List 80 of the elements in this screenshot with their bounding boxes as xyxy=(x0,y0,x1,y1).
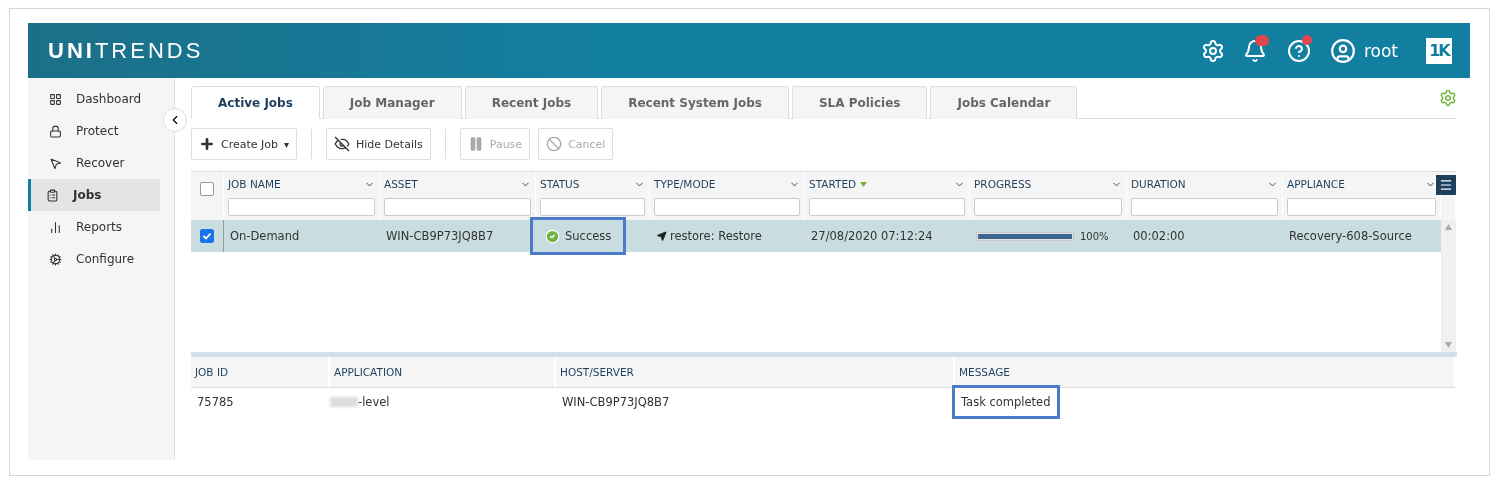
brand-logo[interactable]: 1K xyxy=(1426,37,1452,64)
grid-icon xyxy=(49,92,62,106)
sidebar-item[interactable]: Recover xyxy=(28,147,160,179)
column-header[interactable]: JOB NAME xyxy=(228,178,281,190)
arrow-icon xyxy=(656,230,668,242)
help-icon[interactable] xyxy=(1286,38,1311,63)
filter-field[interactable] xyxy=(1287,198,1436,216)
column-header[interactable]: PROGRESS xyxy=(974,178,1032,190)
eye-off-icon xyxy=(334,136,351,152)
gear-icon[interactable] xyxy=(1439,89,1457,107)
column-header: HOST/SERVER xyxy=(556,357,955,388)
check-icon xyxy=(202,231,212,241)
gears-icon xyxy=(49,252,62,266)
nav-label: Configure xyxy=(76,252,135,266)
table-cell: WIN-CB9P73JQ8B7 xyxy=(386,229,494,243)
column-header: JOB ID xyxy=(191,357,330,388)
checkbox[interactable] xyxy=(200,182,214,196)
user-icon[interactable] xyxy=(1329,37,1356,64)
table-cell: 00:02:00 xyxy=(1133,229,1185,243)
column-header[interactable]: APPLIANCE xyxy=(1287,178,1345,190)
table-cell: 75785 xyxy=(197,395,234,409)
message-text: Task completed xyxy=(961,395,1051,409)
status-label: Success xyxy=(565,229,612,243)
column-header: MESSAGE xyxy=(955,357,1456,388)
table-cell: restore: Restore xyxy=(670,229,762,243)
filter-field[interactable] xyxy=(540,198,645,216)
filter-field[interactable] xyxy=(654,198,800,216)
filter-field[interactable] xyxy=(974,198,1122,216)
cursor-icon xyxy=(49,156,62,170)
scroll-up-icon[interactable] xyxy=(1445,224,1452,230)
progress-value: 100% xyxy=(1080,230,1109,242)
sidebar-item[interactable]: Configure xyxy=(28,243,160,275)
logo: UNITRENDS xyxy=(48,37,204,64)
nav-label: Protect xyxy=(76,124,119,138)
toolbar-button[interactable]: Create Job ▾ xyxy=(191,128,298,160)
tab[interactable]: Recent Jobs xyxy=(464,86,599,119)
tab[interactable]: Active Jobs xyxy=(191,86,320,119)
nav-label: Jobs xyxy=(73,188,102,202)
column-header[interactable]: ASSET xyxy=(384,178,418,190)
column-header: APPLICATION xyxy=(330,357,556,388)
tab[interactable]: Job Manager xyxy=(322,86,462,119)
tab[interactable]: Recent System Jobs xyxy=(601,86,789,119)
table-cell: WIN-CB9P73JQ8B7 xyxy=(562,395,670,409)
filter-field[interactable] xyxy=(228,198,375,216)
menu-icon xyxy=(1439,178,1453,192)
clipboard-icon xyxy=(46,188,59,202)
checkbox[interactable] xyxy=(200,229,214,243)
filter-field[interactable] xyxy=(1131,198,1278,216)
table-cell: On-Demand xyxy=(230,229,300,243)
collapse-button[interactable] xyxy=(163,108,187,132)
sidebar-item[interactable]: Jobs xyxy=(28,179,160,211)
filter-field[interactable] xyxy=(384,198,531,216)
chart-icon xyxy=(49,220,62,234)
nav-label: Dashboard xyxy=(76,92,142,106)
bell-icon[interactable] xyxy=(1242,38,1267,63)
table-cell: Recovery-608-Source xyxy=(1289,229,1412,243)
lock-icon xyxy=(49,124,62,138)
sidebar-item[interactable]: Dashboard xyxy=(28,83,160,115)
check-icon xyxy=(545,228,560,244)
sidebar-item[interactable]: Reports xyxy=(28,211,160,243)
nav-label: Recover xyxy=(76,156,125,170)
settings-icon[interactable] xyxy=(1200,38,1225,63)
plus-icon xyxy=(199,136,215,152)
nav-label: Reports xyxy=(76,220,123,234)
table-cell: -level xyxy=(358,395,390,409)
filter-field[interactable] xyxy=(809,198,965,216)
column-header[interactable]: TYPE/MODE xyxy=(654,178,716,190)
tab[interactable]: SLA Policies xyxy=(791,86,928,119)
column-header[interactable]: DURATION xyxy=(1131,178,1186,190)
scroll-down-icon[interactable] xyxy=(1445,342,1452,348)
toolbar-button[interactable]: Hide Details xyxy=(326,128,431,160)
sidebar-item[interactable]: Protect xyxy=(28,115,160,147)
column-header[interactable]: STATUS xyxy=(540,178,580,190)
table-row[interactable] xyxy=(191,220,224,252)
table-cell: 27/08/2020 07:12:24 xyxy=(811,229,933,243)
user-name[interactable]: root xyxy=(1363,40,1398,61)
column-header[interactable]: STARTED xyxy=(809,178,868,190)
cancel-icon xyxy=(546,136,563,152)
menu-button[interactable] xyxy=(1436,175,1456,195)
tab[interactable]: Jobs Calendar xyxy=(930,86,1078,119)
